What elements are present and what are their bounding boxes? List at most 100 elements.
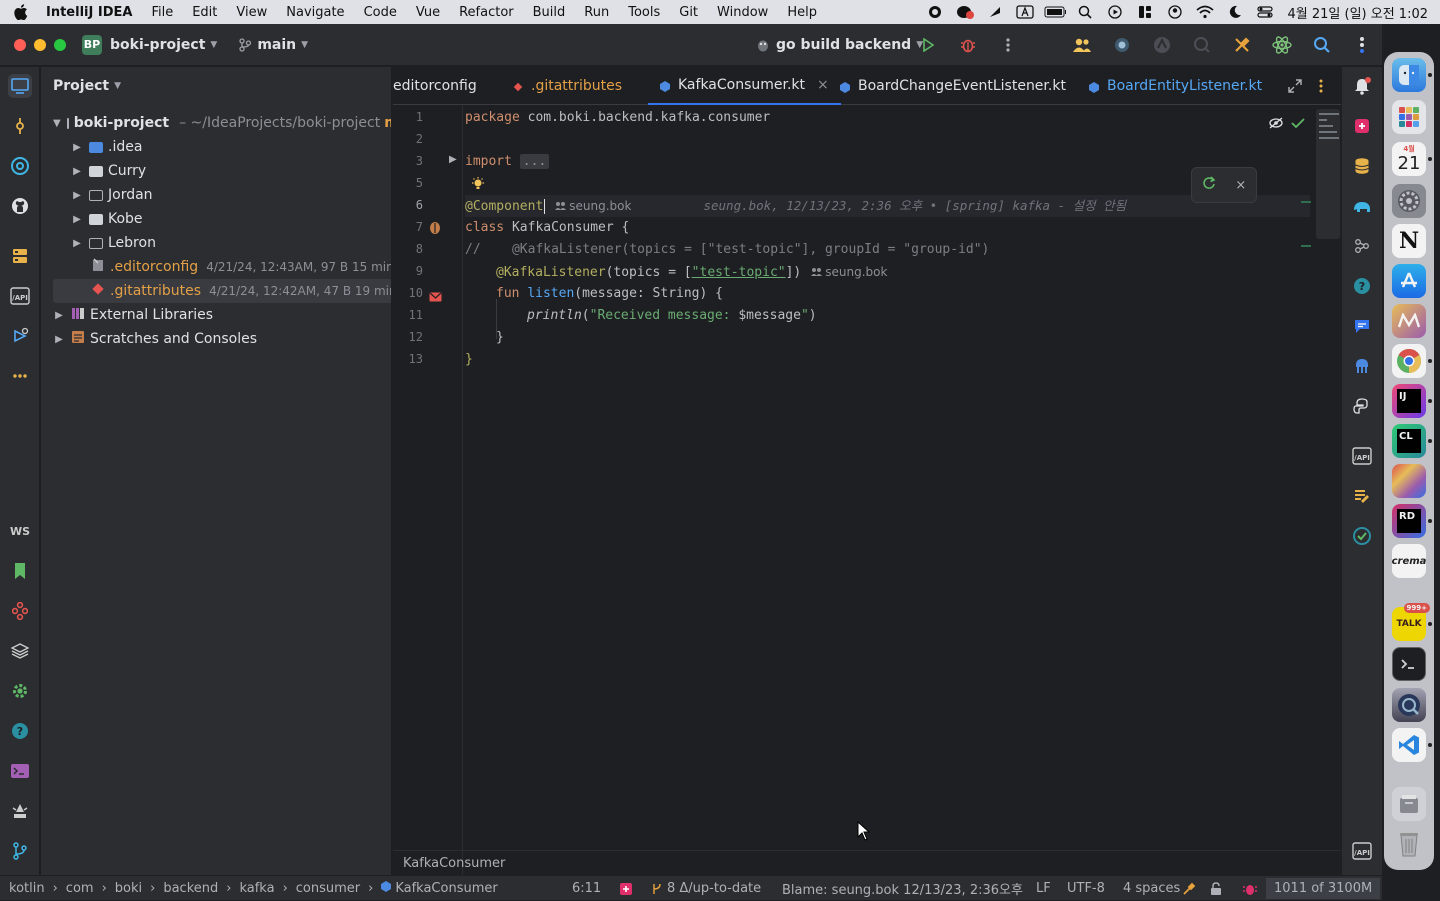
input-method-icon[interactable] [1014,1,1036,23]
line-separator[interactable]: LF [1036,876,1051,901]
bug-report-icon[interactable] [1242,876,1258,901]
menu-git[interactable]: Git [679,5,698,20]
project-switcher[interactable]: boki-project [110,37,205,53]
crumb-consumer[interactable]: consumer [296,881,360,896]
project-panel-header[interactable]: Project ▼ [41,67,391,105]
menu-view[interactable]: View [236,5,267,20]
record-icon[interactable] [924,1,946,23]
menu-code[interactable]: Code [364,5,397,20]
tree-folder-kobe[interactable]: ▶ Kobe [41,207,391,231]
dock-sublime-color-icon[interactable] [1392,464,1426,498]
maximize-editor-icon[interactable] [1288,78,1302,97]
fold-expand-icon[interactable]: ▶ [449,154,457,165]
tree-root-row[interactable]: ▼ boki-project – ~/IdeaProjects/boki-pro… [41,111,391,135]
tab-options-more-icon[interactable] [1319,78,1323,97]
close-window-button[interactable] [14,38,26,51]
tab-kafkaconsumer[interactable]: KafkaConsumer.kt × [648,67,841,105]
tree-folder-idea[interactable]: ▶ .idea [41,135,391,159]
dock-notion-icon[interactable]: N [1392,224,1426,258]
project-badge[interactable]: BP [82,34,102,55]
bookmarks-icon[interactable] [8,559,32,583]
todo-notes-icon[interactable] [1351,485,1373,507]
pull-requests-icon[interactable] [8,154,32,178]
project-tool-icon[interactable] [8,74,32,98]
dock-terminal-icon[interactable] [1392,647,1426,681]
tab-editorconfig[interactable]: editorconfig [393,67,477,105]
dock-launchpad-icon[interactable] [1392,100,1426,134]
folded-imports[interactable]: ... [519,154,550,169]
menu-build[interactable]: Build [533,5,566,20]
crumb-kafkaconsumer[interactable]: KafkaConsumer [395,881,497,896]
coverage-check-icon[interactable] [1351,525,1373,547]
tree-file-gitattributes[interactable]: .gitattributes 4/21/24, 12:42AM, 47 B 19… [53,279,391,303]
blame-status[interactable]: Blame: seung.bok 12/13/23, 2:36오후 [782,876,1023,901]
reload-icon[interactable] [1202,176,1216,194]
flow-icon[interactable] [1351,235,1373,257]
dock-kakaotalk-icon[interactable]: TALK 999+ [1392,603,1432,641]
menu-vue[interactable]: Vue [416,5,440,20]
crumb-boki[interactable]: boki [115,881,142,896]
api-icon[interactable]: /API [8,284,32,308]
crumb-kotlin[interactable]: kotlin [9,881,45,896]
tab-gitattributes[interactable]: .gitattributes [513,67,622,105]
search-icon[interactable] [1310,33,1334,57]
dock-intellij-icon[interactable]: IJ [1392,384,1432,418]
git-icon[interactable] [8,839,32,863]
grid-widget-icon[interactable] [1134,1,1156,23]
read-only-lock-icon[interactable] [1209,876,1223,901]
dock-vscode-icon[interactable] [1392,728,1432,762]
tree-file-editorconfig[interactable]: .editorconfig 4/21/24, 12:43AM, 97 B 15 … [41,255,391,279]
play-circle-icon[interactable] [1104,1,1126,23]
tree-folder-jordan[interactable]: ▶ Jordan [41,183,391,207]
user-account-icon[interactable] [1164,1,1186,23]
code-with-me-icon[interactable] [1070,33,1094,57]
dock-rider-icon[interactable]: RD [1392,504,1432,538]
spring-bean-gutter-icon[interactable] [429,220,441,239]
menu-help[interactable]: Help [787,5,817,20]
vcs-status[interactable]: 8 Δ/up-to-date [652,876,761,901]
menu-run[interactable]: Run [584,5,609,20]
battery-icon[interactable] [1044,1,1066,23]
dock-clion-icon[interactable]: CL [1392,424,1432,458]
control-center-icon[interactable] [1254,1,1276,23]
menu-tools[interactable]: Tools [628,5,660,20]
build-tools-icon[interactable] [1230,33,1254,57]
structure-icon[interactable] [8,244,32,268]
kafka-listener-gutter-icon[interactable] [429,288,442,307]
help-icon[interactable]: ? [8,719,32,743]
branch-switcher[interactable]: main ▼ [239,37,308,53]
settings-more-icon[interactable] [1350,33,1374,57]
zoom-window-button[interactable] [54,38,66,51]
terminal-icon[interactable] [8,759,32,783]
layers-icon[interactable] [8,639,32,663]
no-problems-check-icon[interactable] [1291,114,1305,133]
dock-chrome-icon[interactable] [1392,344,1432,378]
dock-calendar-icon[interactable]: 4월 21 [1392,142,1432,176]
chevron-right-icon[interactable]: ▶ [71,214,83,225]
dock-trash-icon[interactable] [1392,827,1426,861]
indent-setting[interactable]: 4 spaces [1123,876,1196,901]
dock-crema-icon[interactable]: crema [1392,544,1426,578]
run-icon[interactable] [916,33,940,57]
more-vertical-icon[interactable] [996,33,1020,57]
reader-mode-icon[interactable] [1269,114,1283,133]
notifications-bell-icon[interactable] [1351,75,1373,97]
menu-window[interactable]: Window [717,5,768,20]
chevron-right-icon[interactable]: ▶ [71,142,83,153]
ai-assistant-icon[interactable] [1150,33,1174,57]
crumb-com[interactable]: com [66,881,94,896]
dock-wave-app-icon[interactable] [1392,304,1426,338]
tab-boardentitylistener[interactable]: BoardEntityListener.kt [1089,67,1262,105]
file-encoding[interactable]: UTF-8 [1067,876,1105,901]
api-client-icon[interactable]: /API [1351,445,1373,467]
chevron-right-icon[interactable]: ▶ [71,190,83,201]
github-icon[interactable] [8,194,32,218]
author-inlay[interactable]: seung.bok [555,199,631,213]
caret-position[interactable]: 6:11 [572,876,601,901]
more-tools-icon[interactable] [8,364,32,388]
tab-close-icon[interactable]: × [817,77,829,93]
chevron-down-icon[interactable]: ▼ [53,118,61,129]
breadcrumb-class[interactable]: KafkaConsumer [403,856,505,871]
dock-app-store-icon[interactable] [1392,264,1426,298]
chevron-right-icon[interactable]: ▶ [71,166,83,177]
